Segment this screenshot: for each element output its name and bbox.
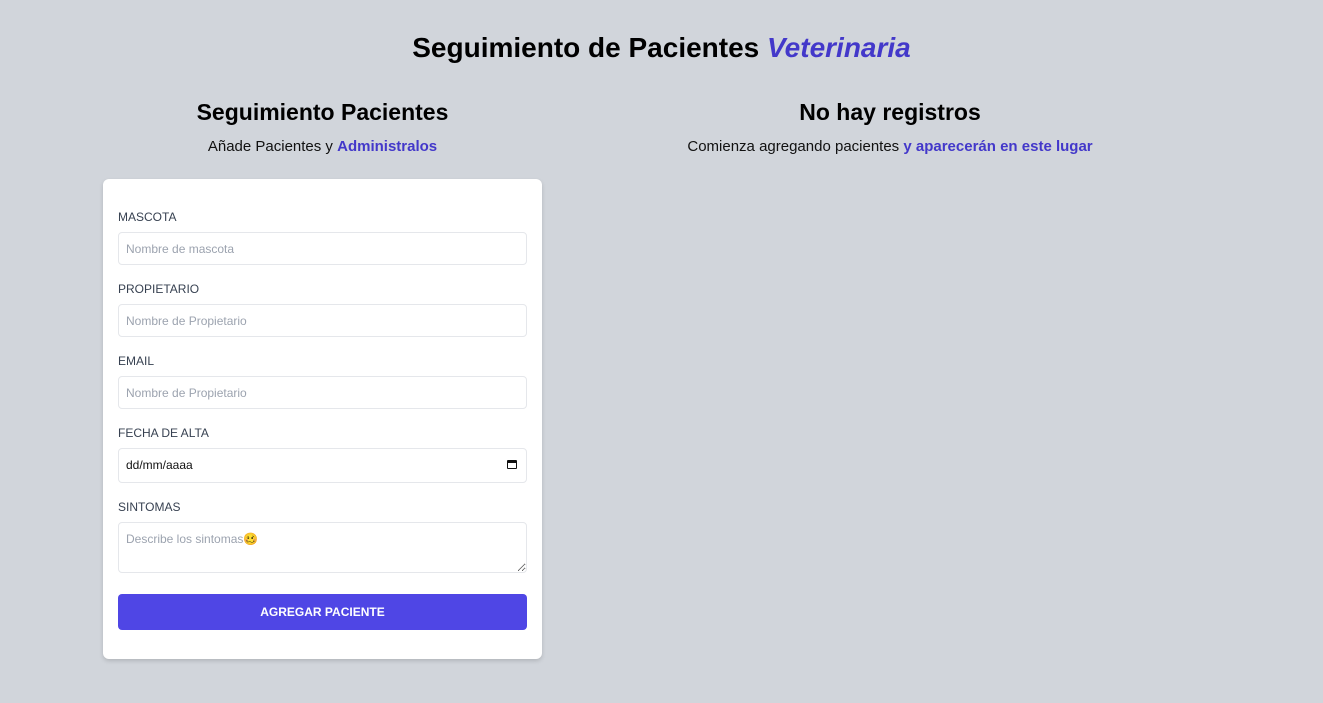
page-title-main: Seguimiento de Pacientes — [412, 32, 760, 63]
agregar-paciente-button[interactable]: AGREGAR PACIENTE — [118, 594, 527, 630]
form-section-header: Seguimiento Pacientes Añade Pacientes y … — [103, 96, 542, 157]
form-section-subtitle-accent: Administralos — [337, 138, 438, 155]
list-section: No hay registros Comienza agregando paci… — [560, 96, 1220, 157]
propietario-field: PROPIETARIO — [118, 281, 527, 337]
propietario-label: PROPIETARIO — [118, 282, 200, 296]
sintomas-label: SINTOMAS — [118, 500, 181, 514]
propietario-input[interactable] — [118, 304, 527, 337]
fecha-field: FECHA DE ALTA dd/mm/aaaa — [118, 425, 527, 483]
list-section-subtitle-accent: y aparecerán en este lugar — [903, 138, 1093, 155]
calendar-icon[interactable] — [507, 460, 517, 469]
fecha-label: FECHA DE ALTA — [118, 426, 209, 440]
fecha-value: dd/mm/aaaa — [126, 458, 193, 472]
form-section-subtitle: Añade Pacientes y Administralos — [103, 137, 542, 157]
list-section-title: No hay registros — [799, 99, 981, 125]
fecha-input[interactable]: dd/mm/aaaa — [118, 448, 527, 483]
mascota-label: MASCOTA — [118, 210, 177, 224]
mascota-input[interactable] — [118, 232, 527, 265]
email-input[interactable] — [118, 376, 527, 409]
patient-form: MASCOTA PROPIETARIO EMAIL FECHA DE ALTA … — [103, 179, 542, 659]
form-section-subtitle-text: Añade Pacientes y — [207, 138, 333, 155]
form-section-title: Seguimiento Pacientes — [196, 99, 449, 125]
sintomas-textarea[interactable] — [118, 522, 527, 573]
page-title: Seguimiento de Pacientes Veterinaria — [0, 30, 1323, 66]
list-section-subtitle: Comienza agregando pacientes y aparecerá… — [560, 137, 1220, 157]
mascota-field: MASCOTA — [118, 209, 527, 265]
list-section-subtitle-text: Comienza agregando pacientes — [687, 138, 900, 155]
email-label: EMAIL — [118, 354, 155, 368]
email-field: EMAIL — [118, 353, 527, 409]
page-title-accent: Veterinaria — [767, 32, 911, 63]
sintomas-field: SINTOMAS — [118, 499, 527, 578]
